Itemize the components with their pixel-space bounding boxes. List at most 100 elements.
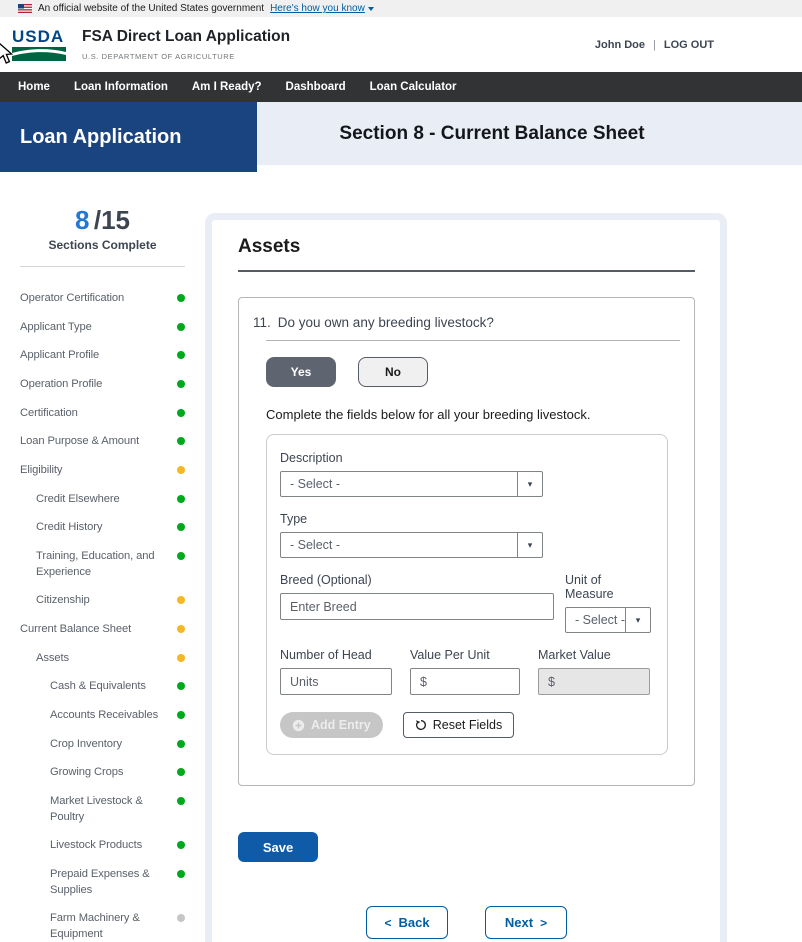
sidebar-section-item[interactable]: Applicant Profile xyxy=(20,348,185,364)
sidebar-section-label: Credit History xyxy=(36,520,171,536)
chevron-right-icon: > xyxy=(540,916,547,930)
sidebar-section-item[interactable]: Assets xyxy=(20,651,185,667)
caret-down-icon[interactable]: ▾ xyxy=(625,608,650,632)
account-links: John Doe | LOG OUT xyxy=(595,39,714,51)
user-name-link[interactable]: John Doe xyxy=(595,39,645,51)
sections-counter-caption: Sections Complete xyxy=(20,238,185,252)
breed-input[interactable] xyxy=(280,593,554,620)
sidebar-section-label: Prepaid Expenses & Supplies xyxy=(50,867,171,898)
heres-how-link[interactable]: Here's how you know xyxy=(270,3,374,14)
status-dot-icon xyxy=(177,552,185,560)
status-dot-icon xyxy=(177,466,185,474)
sidebar-section-label: Market Livestock & Poultry xyxy=(50,794,171,825)
plus-circle-icon xyxy=(292,719,305,732)
sidebar-section-label: Credit Elsewhere xyxy=(36,492,171,508)
question-11-title: 11. Do you own any breeding livestock? xyxy=(253,315,680,330)
section-title: Section 8 - Current Balance Sheet xyxy=(339,123,644,145)
nav-item[interactable]: Am I Ready? xyxy=(192,81,262,93)
status-dot-icon xyxy=(177,870,185,878)
sidebar-section-item[interactable]: Market Livestock & Poultry xyxy=(20,794,185,825)
sidebar-section-item[interactable]: Citizenship xyxy=(20,593,185,609)
unit-of-measure-select[interactable]: - Select - ▾ xyxy=(565,607,651,633)
sidebar-section-item[interactable]: Prepaid Expenses & Supplies xyxy=(20,867,185,898)
number-of-head-input[interactable] xyxy=(280,668,392,695)
sidebar-section-item[interactable]: Training, Education, and Experience xyxy=(20,549,185,580)
status-dot-icon xyxy=(177,409,185,417)
sidebar-section-item[interactable]: Applicant Type xyxy=(20,320,185,336)
instruction-text: Complete the fields below for all your b… xyxy=(266,407,680,422)
description-select[interactable]: - Select - ▾ xyxy=(280,471,543,497)
status-dot-icon xyxy=(177,380,185,388)
caret-down-icon[interactable]: ▾ xyxy=(517,472,542,496)
reset-fields-button[interactable]: Reset Fields xyxy=(403,712,514,738)
add-entry-button: Add Entry xyxy=(280,712,383,738)
sidebar-section-item[interactable]: Certification xyxy=(20,406,185,422)
value-per-unit-input[interactable] xyxy=(410,668,520,695)
progress-sidebar: 8 /15 Sections Complete Operator Certifi… xyxy=(20,205,185,942)
back-button[interactable]: < Back xyxy=(366,906,448,939)
sidebar-divider xyxy=(20,266,185,267)
sidebar-section-item[interactable]: Loan Purpose & Amount xyxy=(20,434,185,450)
sidebar-section-label: Crop Inventory xyxy=(50,737,171,753)
nav-item[interactable]: Home xyxy=(18,81,50,93)
unit-of-measure-label: Unit of Measure xyxy=(565,573,651,601)
site-header: USDA FSA Direct Loan Application U.S. DE… xyxy=(0,17,802,72)
sidebar-section-item[interactable]: Credit History xyxy=(20,520,185,536)
status-dot-icon xyxy=(177,740,185,748)
yes-no-toggle: Yes No xyxy=(266,357,680,387)
sidebar-section-item[interactable]: Cash & Equivalents xyxy=(20,679,185,695)
sections-complete-count: 8 xyxy=(75,205,89,235)
page: An official website of the United States… xyxy=(0,0,802,942)
status-dot-icon xyxy=(177,437,185,445)
status-dot-icon xyxy=(177,654,185,662)
sidebar-section-label: Applicant Profile xyxy=(20,348,171,364)
section-title-banner: Section 8 - Current Balance Sheet xyxy=(257,102,802,165)
type-select[interactable]: - Select - ▾ xyxy=(280,532,543,558)
market-value-input xyxy=(538,668,650,695)
sidebar-section-item[interactable]: Accounts Receivables xyxy=(20,708,185,724)
sidebar-section-item[interactable]: Credit Elsewhere xyxy=(20,492,185,508)
usda-logo[interactable]: USDA xyxy=(12,28,68,61)
nav-item[interactable]: Loan Calculator xyxy=(370,81,457,93)
question-number: 11. xyxy=(253,315,271,330)
sidebar-section-label: Citizenship xyxy=(36,593,171,609)
next-button[interactable]: Next > xyxy=(485,906,567,939)
status-dot-icon xyxy=(177,523,185,531)
description-label: Description xyxy=(280,451,653,465)
no-button[interactable]: No xyxy=(358,357,428,387)
status-dot-icon xyxy=(177,768,185,776)
sidebar-section-item[interactable]: Operation Profile xyxy=(20,377,185,393)
logout-link[interactable]: LOG OUT xyxy=(664,39,714,51)
us-flag-icon xyxy=(18,4,32,13)
usda-swoosh-icon xyxy=(12,46,66,61)
breed-label: Breed (Optional) xyxy=(280,573,554,587)
sidebar-section-item[interactable]: Crop Inventory xyxy=(20,737,185,753)
nav-item[interactable]: Loan Information xyxy=(74,81,168,93)
nav-item[interactable]: Dashboard xyxy=(286,81,346,93)
sidebar-section-label: Operator Certification xyxy=(20,291,171,307)
sections-counter: 8 /15 xyxy=(20,205,185,236)
caret-down-icon[interactable]: ▾ xyxy=(517,533,542,557)
value-per-unit-label: Value Per Unit xyxy=(410,648,520,662)
gov-banner-text: An official website of the United States… xyxy=(38,3,264,14)
sidebar-section-item[interactable]: Growing Crops xyxy=(20,765,185,781)
sidebar-section-label: Certification xyxy=(20,406,171,422)
status-dot-icon xyxy=(177,351,185,359)
question-divider xyxy=(266,340,680,341)
sidebar-section-label: Applicant Type xyxy=(20,320,171,336)
sidebar-section-label: Growing Crops xyxy=(50,765,171,781)
save-button[interactable]: Save xyxy=(238,832,318,862)
department-label: U.S. DEPARTMENT OF AGRICULTURE xyxy=(82,52,290,61)
sidebar-section-item[interactable]: Livestock Products xyxy=(20,838,185,854)
sidebar-section-label: Eligibility xyxy=(20,463,171,479)
loan-application-banner: Loan Application xyxy=(0,102,257,172)
sidebar-section-item[interactable]: Farm Machinery & Equipment xyxy=(20,911,185,942)
livestock-fields-card: Description - Select - ▾ Type - Select -… xyxy=(266,434,668,755)
sidebar-section-item[interactable]: Current Balance Sheet xyxy=(20,622,185,638)
yes-button[interactable]: Yes xyxy=(266,357,336,387)
status-dot-icon xyxy=(177,323,185,331)
status-dot-icon xyxy=(177,914,185,922)
sidebar-section-item[interactable]: Operator Certification xyxy=(20,291,185,307)
sidebar-section-item[interactable]: Eligibility xyxy=(20,463,185,479)
assets-heading: Assets xyxy=(238,236,695,272)
